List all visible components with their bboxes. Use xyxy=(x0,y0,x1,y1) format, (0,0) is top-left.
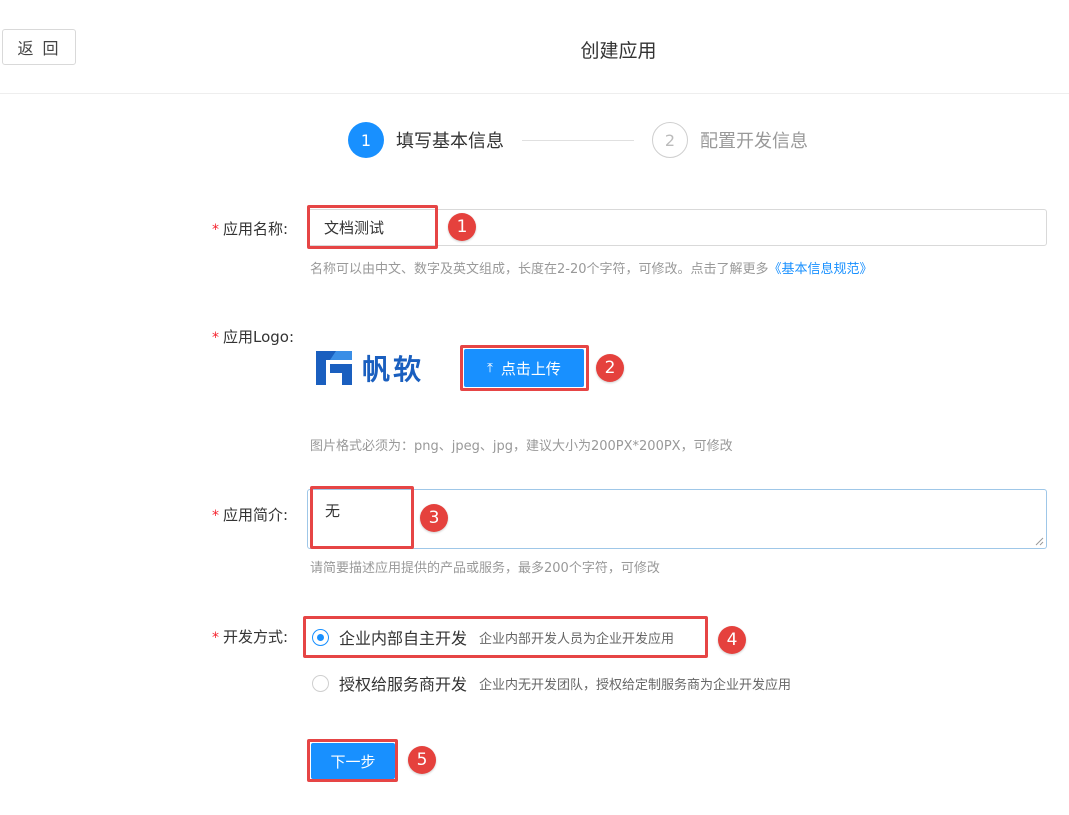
app-logo-label: * 应用Logo: xyxy=(212,328,295,346)
radio-checked-icon[interactable] xyxy=(312,628,329,646)
app-intro-hint: 请简要描述应用提供的产品或服务，最多200个字符，可修改 xyxy=(310,561,660,576)
dev-mode-label: * 开发方式: xyxy=(212,628,289,646)
top-bar: 返 回 创建应用 xyxy=(0,0,1069,94)
logo-text: 帆软 xyxy=(362,353,425,386)
annotation-badge-4: 4 xyxy=(718,626,746,654)
basic-info-spec-link[interactable]: 《基本信息规范》 xyxy=(769,262,873,277)
upload-button[interactable]: ⤒ 点击上传 xyxy=(464,349,584,387)
app-name-hint: 名称可以由中文、数字及英文组成，长度在2-20个字符，可修改。点击了解更多《基本… xyxy=(310,262,873,277)
step-2-circle: 2 xyxy=(652,122,688,158)
annotation-badge-2: 2 xyxy=(596,354,624,382)
page-title: 创建应用 xyxy=(580,40,657,62)
step-1-circle: 1 xyxy=(348,122,384,158)
next-step-button[interactable]: 下一步 xyxy=(311,743,395,779)
step-2-label: 配置开发信息 xyxy=(700,131,808,152)
annotation-badge-1: 1 xyxy=(448,213,476,241)
app-intro-label: * 应用简介: xyxy=(212,506,289,524)
upload-icon: ⤒ xyxy=(487,360,493,376)
fanruan-logo-icon xyxy=(316,351,352,385)
app-name-label: * 应用名称: xyxy=(212,220,289,238)
required-mark: * xyxy=(212,222,219,238)
step-connector xyxy=(522,139,634,141)
upload-label: 点击上传 xyxy=(500,359,561,378)
app-name-value: 文档测试 xyxy=(324,219,385,237)
radio-unchecked-icon[interactable] xyxy=(312,674,329,692)
step-1-label: 填写基本信息 xyxy=(396,131,504,152)
annotation-badge-3: 3 xyxy=(420,504,448,532)
app-intro-value: 无 xyxy=(325,502,341,520)
dev-mode-option-provider[interactable]: 授权给服务商开发 企业内无开发团队，授权给定制服务商为企业开发应用 xyxy=(312,671,791,695)
step-indicator: 1 填写基本信息 2 配置开发信息 xyxy=(348,122,808,158)
annotation-badge-5: 5 xyxy=(408,746,436,774)
app-logo: 帆软 xyxy=(314,348,424,388)
dev-mode-option-internal[interactable]: 企业内部自主开发 企业内部开发人员为企业开发应用 xyxy=(312,625,674,649)
resize-handle-icon[interactable] xyxy=(1034,536,1044,546)
app-intro-textarea[interactable]: 无 xyxy=(307,489,1047,549)
app-logo-hint: 图片格式必须为：png、jpeg、jpg，建议大小为200PX*200PX，可修… xyxy=(310,439,733,454)
app-name-input[interactable]: 文档测试 xyxy=(307,209,1047,246)
